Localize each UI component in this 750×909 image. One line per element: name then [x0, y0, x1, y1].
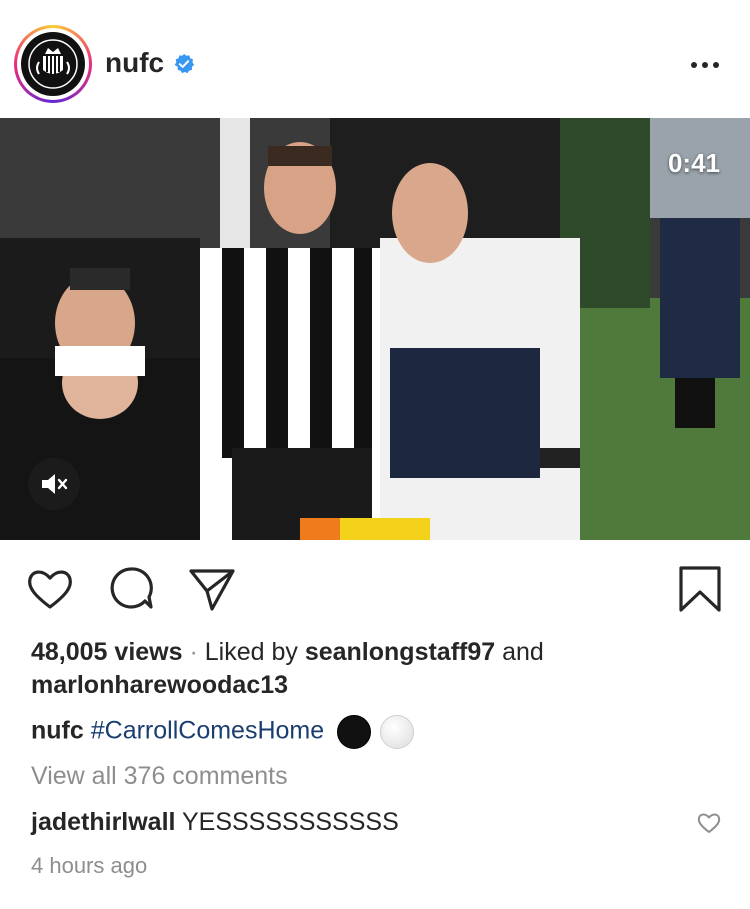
- liked-by-prefix: Liked by: [204, 638, 298, 666]
- and-text: and: [502, 638, 544, 666]
- post-timestamp: 4 hours ago: [31, 853, 148, 878]
- club-crest-avatar[interactable]: [21, 32, 85, 96]
- liked-user-link[interactable]: seanlongstaff97: [305, 638, 495, 666]
- separator-dot: ·: [189, 638, 198, 666]
- liked-user-link-2[interactable]: marlonharewoodac13: [31, 671, 288, 700]
- post-video[interactable]: 0:41: [0, 118, 750, 540]
- comment-username[interactable]: jadethirlwall: [31, 808, 175, 836]
- views-count[interactable]: 48,005 views: [31, 638, 183, 666]
- caption-username[interactable]: nufc: [31, 717, 84, 745]
- comment-bubble-icon[interactable]: [105, 563, 157, 615]
- engagement-line: 48,005 views · Liked by seanlongstaff97 …: [31, 638, 544, 667]
- video-timer: 0:41: [667, 148, 720, 178]
- heart-icon[interactable]: [24, 563, 76, 615]
- post-caption: nufc #CarrollComesHome: [31, 715, 415, 749]
- verified-badge-icon: [174, 53, 195, 74]
- caption-hashtag[interactable]: #CarrollComesHome: [91, 717, 324, 745]
- comment-like-heart-icon[interactable]: [696, 810, 722, 836]
- view-all-comments-link[interactable]: View all 376 comments: [31, 762, 288, 791]
- speaker-muted-icon[interactable]: [28, 458, 80, 510]
- bookmark-icon[interactable]: [674, 563, 726, 615]
- story-ring[interactable]: [14, 25, 92, 103]
- comment-row: jadethirlwall YESSSSSSSSSSS: [31, 808, 399, 837]
- video-frame: [0, 118, 750, 540]
- post-action-bar: [0, 555, 750, 625]
- comment-text: YESSSSSSSSSSS: [181, 808, 399, 836]
- paper-plane-icon[interactable]: [186, 563, 238, 615]
- white-circle-emoji: [380, 715, 415, 749]
- post-username[interactable]: nufc: [105, 47, 164, 79]
- post-header: nufc: [0, 0, 750, 118]
- black-circle-emoji: [337, 715, 372, 749]
- more-options-icon[interactable]: [685, 50, 725, 80]
